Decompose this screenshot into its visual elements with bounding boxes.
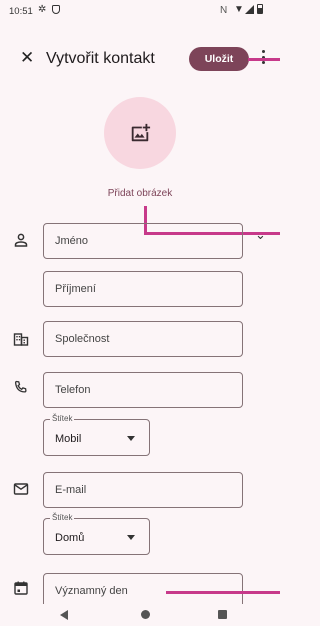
battery-icon: [257, 4, 263, 14]
phone-field[interactable]: Telefon: [43, 372, 243, 408]
save-button[interactable]: Uložit: [189, 47, 249, 71]
expand-name-icon[interactable]: ⌄: [255, 227, 266, 243]
back-icon[interactable]: [60, 610, 68, 620]
add-photo-icon: [131, 123, 151, 142]
cell-signal-icon: [245, 5, 254, 14]
email-type-caption: Štítek: [50, 513, 75, 523]
navigation-bar: [0, 604, 280, 626]
phone-type-select[interactable]: Štítek Mobil: [43, 414, 150, 456]
recent-apps-icon[interactable]: [218, 610, 227, 619]
page-title: Vytvořit kontakt: [46, 50, 155, 67]
last-name-field[interactable]: Příjmení: [43, 271, 243, 307]
status-time: 10:51: [9, 6, 33, 17]
email-type-value: Domů: [55, 532, 85, 544]
email-type-select[interactable]: Štítek Domů: [43, 513, 150, 555]
callout-line: [166, 591, 280, 594]
last-name-placeholder: Příjmení: [55, 283, 96, 295]
company-field[interactable]: Společnost: [43, 321, 243, 357]
company-placeholder: Společnost: [55, 333, 110, 345]
email-icon: [13, 483, 29, 495]
wifi-icon: ▼: [234, 4, 244, 15]
dropdown-arrow-icon: [127, 436, 135, 441]
calendar-icon: [14, 581, 28, 595]
nfc-icon: N: [220, 5, 228, 16]
settings-gear-icon: ✲: [38, 4, 47, 15]
phone-type-value: Mobil: [55, 433, 82, 445]
close-icon[interactable]: ✕: [20, 49, 34, 66]
shield-icon: [52, 5, 60, 14]
phone-icon: [14, 380, 27, 393]
first-name-placeholder: Jméno: [55, 235, 89, 247]
event-placeholder: Významný den: [55, 585, 128, 597]
add-photo-button[interactable]: [104, 97, 176, 169]
person-icon: [14, 233, 28, 247]
status-bar: 10:51 ✲ N ▼: [0, 0, 280, 22]
phone-type-caption: Štítek: [50, 414, 75, 424]
first-name-field[interactable]: Jméno: [43, 223, 243, 259]
dropdown-arrow-icon: [127, 535, 135, 540]
email-placeholder: E-mail: [55, 484, 87, 496]
add-photo-link[interactable]: Přidat obrázek: [0, 188, 280, 199]
phone-placeholder: Telefon: [55, 384, 91, 396]
callout-line: [248, 58, 280, 61]
business-icon: [13, 333, 29, 346]
home-icon[interactable]: [141, 610, 150, 619]
email-field[interactable]: E-mail: [43, 472, 243, 508]
